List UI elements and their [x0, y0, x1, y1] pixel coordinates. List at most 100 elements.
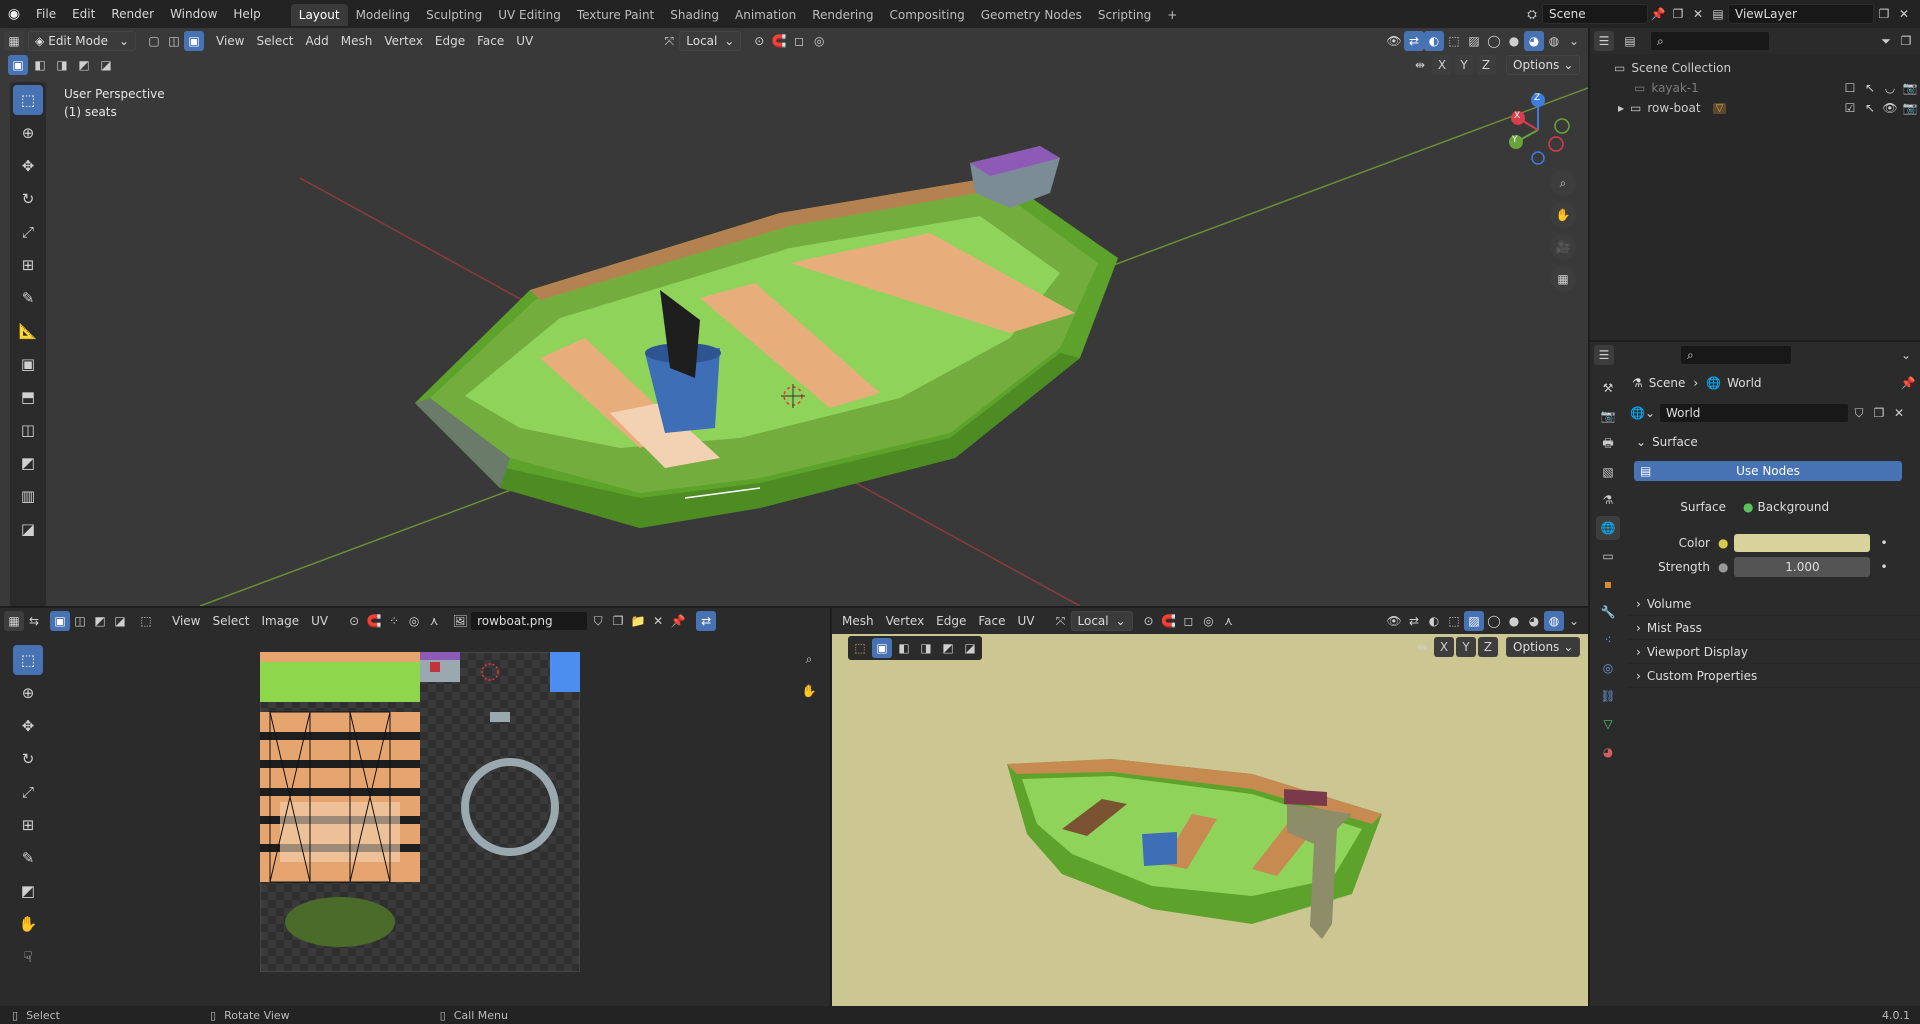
uv-grab-tool[interactable]: ✋ — [13, 909, 43, 939]
world-name-field[interactable]: World — [1659, 403, 1849, 423]
material-shading-icon[interactable]: ◕ — [1524, 31, 1544, 51]
v2-visibility-icon[interactable]: 👁 — [1384, 611, 1404, 631]
pivot-icon[interactable]: ⊙ — [749, 31, 769, 51]
mesh-edit-overlay-icon[interactable]: ⬚ — [1444, 31, 1464, 51]
wireframe-shading-icon[interactable]: ◯ — [1484, 31, 1504, 51]
uv-snap-icon[interactable]: 🧲 — [364, 611, 384, 631]
selectable-icon[interactable]: ↖ — [1860, 78, 1880, 98]
uv-pan-hand-icon[interactable]: ✋ — [796, 678, 822, 704]
visibility-icon[interactable]: 👁 — [1384, 31, 1404, 51]
v2-menu-uv[interactable]: UV — [1012, 611, 1041, 631]
menu-file[interactable]: File — [28, 0, 64, 28]
scene-collection-row[interactable]: ▭ Scene Collection — [1590, 58, 1920, 78]
gizmo-toggle-icon[interactable]: ⇄ — [1404, 31, 1424, 51]
v2-solid-icon[interactable]: ● — [1504, 611, 1524, 631]
knife-tool[interactable]: ◪ — [13, 514, 43, 544]
uv-menu-image[interactable]: Image — [256, 611, 306, 631]
pan-hand-icon[interactable]: ✋ — [1550, 202, 1576, 228]
custom-properties-section-header[interactable]: › Custom Properties — [1628, 664, 1918, 688]
annotate-tool[interactable]: ✎ — [13, 283, 43, 313]
selectable-icon[interactable]: ↖ — [1860, 98, 1880, 118]
world-tab-icon[interactable]: 🌐 — [1596, 516, 1620, 540]
uv-zoom-icon[interactable]: ⌕ — [796, 646, 822, 672]
viewlayer-icon[interactable]: ▤ — [1708, 4, 1728, 24]
scene-icon[interactable]: ⛭ — [1522, 4, 1542, 24]
select-difference-icon[interactable]: ◩ — [74, 55, 94, 75]
scale-tool[interactable]: ⤢ — [13, 217, 43, 247]
v2-select-intersect-icon[interactable]: ◪ — [960, 638, 980, 658]
snap-target-icon[interactable]: ◻ — [789, 31, 809, 51]
image-name-field[interactable]: rowboat.png — [470, 611, 589, 631]
uv-menu-view[interactable]: View — [166, 611, 206, 631]
uv-move-tool[interactable]: ✥ — [13, 711, 43, 741]
pin-icon[interactable]: 📌 — [1898, 373, 1918, 393]
keyframe-dot-icon[interactable]: • — [1880, 560, 1887, 574]
constraints-tab-icon[interactable]: ⛓ — [1596, 684, 1620, 708]
v2-mesh-overlay-icon[interactable]: ⬚ — [1444, 611, 1464, 631]
visibility-eye-icon[interactable]: 👁 — [1880, 98, 1900, 118]
blender-logo-icon[interactable]: ◉ — [0, 0, 28, 28]
v2-xray-icon[interactable]: ▨ — [1464, 611, 1484, 631]
material-tab-icon[interactable]: ◕ — [1596, 740, 1620, 764]
v2-select-tool-icon[interactable]: ⬚ — [850, 638, 870, 658]
image-browse-icon[interactable]: 🖼 — [450, 611, 470, 631]
v2-rendered-icon[interactable]: ◍ — [1544, 611, 1564, 631]
v2-pivot-icon[interactable]: ⊙ — [1139, 611, 1159, 631]
world-browse-icon[interactable]: 🌐⌄ — [1630, 406, 1655, 420]
mirror-z-toggle[interactable]: Z — [1476, 55, 1496, 75]
v2-mirror-z-toggle[interactable]: Z — [1478, 637, 1498, 657]
editor-type-icon[interactable]: ▦ — [4, 31, 24, 51]
menu-edge[interactable]: Edge — [429, 31, 471, 51]
v2-falloff-icon[interactable]: ⋏ — [1219, 611, 1239, 631]
transform-orientation-dropdown[interactable]: Local ⌄ — [679, 31, 742, 51]
v2-menu-mesh[interactable]: Mesh — [836, 611, 880, 631]
tab-scripting[interactable]: Scripting — [1090, 4, 1159, 26]
v2-select-new-icon[interactable]: ▣ — [872, 638, 892, 658]
exclude-checkbox-icon[interactable]: ☑ — [1840, 98, 1860, 118]
object-tab-icon[interactable]: ▪ — [1596, 572, 1620, 596]
select-box-tool[interactable]: ⬚ — [13, 85, 43, 115]
xray-icon[interactable]: ▨ — [1464, 31, 1484, 51]
viewport-preview[interactable]: Mesh Vertex Edge Face UV ⤧ Local ⌄ ⊙ 🧲 ◻ … — [832, 608, 1588, 1006]
uv-menu-select[interactable]: Select — [206, 611, 255, 631]
delete-viewlayer-icon[interactable]: ✕ — [1894, 4, 1914, 24]
new-viewlayer-icon[interactable]: ❐ — [1874, 4, 1894, 24]
rendered-shading-icon[interactable]: ◍ — [1544, 31, 1564, 51]
outliner-item-kayak[interactable]: ▭ kayak-1 ☐ ↖ ◡ 📷 — [1590, 78, 1920, 98]
overlay-toggle-icon[interactable]: ◐ — [1424, 31, 1444, 51]
uv-select-box-tool[interactable]: ⬚ — [13, 645, 43, 675]
uv-gizmo-icon[interactable]: ⇄ — [696, 611, 717, 631]
zoom-icon[interactable]: ⌕ — [1550, 170, 1576, 196]
tab-shading[interactable]: Shading — [662, 4, 727, 26]
v2-menu-face[interactable]: Face — [972, 611, 1011, 631]
tool-tab-icon[interactable]: ⚒ — [1596, 376, 1620, 400]
fake-user-shield-icon[interactable]: ⛉ — [588, 611, 608, 631]
uv-falloff-icon[interactable]: ⋏ — [424, 611, 444, 631]
uv-vertex-mode-icon[interactable]: ▣ — [50, 611, 70, 631]
uv-rip-tool[interactable]: ◩ — [13, 876, 43, 906]
uv-pivot-icon[interactable]: ⊙ — [344, 611, 364, 631]
modifier-tab-icon[interactable]: 🔧 — [1596, 600, 1620, 624]
tab-sculpting[interactable]: Sculpting — [418, 4, 490, 26]
pin-image-icon[interactable]: 📌 — [668, 611, 688, 631]
menu-window[interactable]: Window — [162, 0, 225, 28]
tab-modeling[interactable]: Modeling — [348, 4, 419, 26]
tab-geometry-nodes[interactable]: Geometry Nodes — [973, 4, 1090, 26]
uv-island-mode-icon[interactable]: ◪ — [110, 611, 130, 631]
solid-shading-icon[interactable]: ● — [1504, 31, 1524, 51]
properties-editor-icon[interactable]: ☰ — [1594, 345, 1614, 365]
uv-snap-target-icon[interactable]: ⁘ — [384, 611, 404, 631]
properties-options-icon[interactable]: ⌄ — [1896, 345, 1916, 365]
move-tool[interactable]: ✥ — [13, 151, 43, 181]
v2-select-extend-icon[interactable]: ◧ — [894, 638, 914, 658]
ortho-grid-icon[interactable]: ▦ — [1550, 266, 1576, 292]
menu-vertex[interactable]: Vertex — [378, 31, 429, 51]
data-tab-icon[interactable]: ▽ — [1596, 712, 1620, 736]
edge-select-icon[interactable]: ◫ — [164, 31, 184, 51]
vertex-select-icon[interactable]: ▢ — [144, 31, 164, 51]
menu-help[interactable]: Help — [225, 0, 268, 28]
exclude-checkbox-icon[interactable]: ☐ — [1840, 78, 1860, 98]
fake-user-shield-icon[interactable]: ⛉ — [1849, 403, 1869, 423]
v2-proportional-icon[interactable]: ◎ — [1199, 611, 1219, 631]
particles-tab-icon[interactable]: ⁖ — [1596, 628, 1620, 652]
